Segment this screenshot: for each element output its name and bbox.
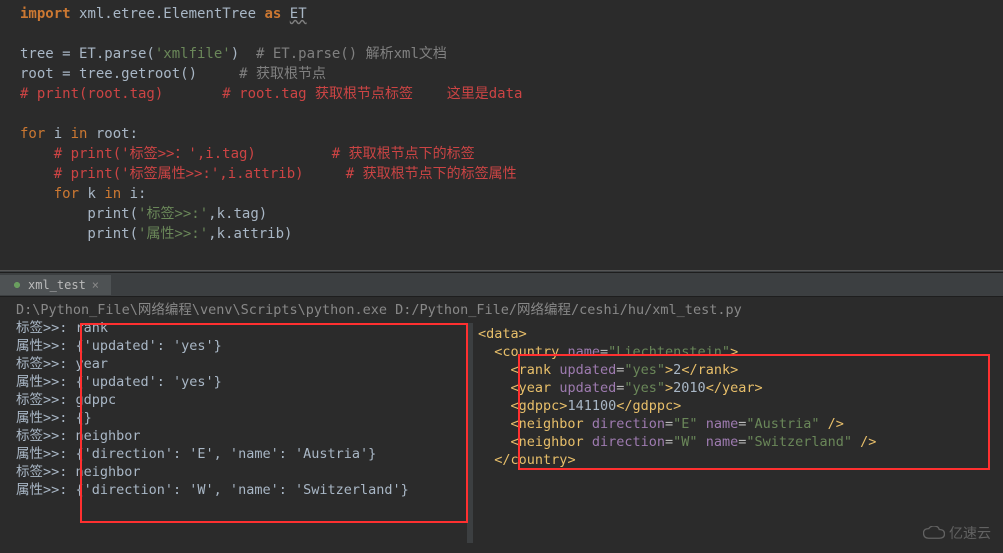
alias: ET (290, 6, 307, 22)
code-text: root: (87, 126, 138, 142)
tab-label: xml_test (28, 278, 86, 292)
code-text: tree = ET.parse( (20, 46, 155, 62)
xml-tag: data (486, 326, 519, 342)
keyword-in: in (104, 186, 121, 202)
string-literal: '标签>>:' (138, 206, 208, 222)
string-literal: 'xmlfile' (155, 46, 231, 62)
code-line[interactable]: print('属性>>:',k.attrib) (20, 224, 995, 244)
string-literal: '属性>>:' (138, 226, 208, 242)
keyword-import: import (20, 6, 71, 22)
code-line[interactable]: tree = ET.parse('xmlfile') # ET.parse() … (20, 44, 995, 64)
code-text: k (79, 186, 104, 202)
code-line[interactable]: # print('标签>>：',i.tag) # 获取根节点下的标签 (20, 144, 995, 164)
xml-attr-value: W (681, 434, 689, 450)
code-line[interactable] (20, 104, 995, 124)
code-text: print( (20, 206, 138, 222)
comment: # ET.parse() 解析xml文档 (256, 46, 447, 62)
xml-text: 141100 (567, 398, 616, 414)
console-output[interactable]: D:\Python_File\网络编程\venv\Scripts\python.… (0, 297, 1003, 553)
comment: # print('标签属性>>:',i.attrib) # 获取根节点下的标签属… (20, 166, 517, 182)
module-name: xml.etree.ElementTree (79, 6, 256, 22)
comment: # 获取根节点 (239, 66, 326, 82)
close-icon[interactable]: × (92, 278, 99, 292)
watermark-text: 亿速云 (949, 523, 991, 543)
code-line[interactable]: for i in root: (20, 124, 995, 144)
code-line[interactable]: # print('标签属性>>:',i.attrib) # 获取根节点下的标签属… (20, 164, 995, 184)
watermark: 亿速云 (923, 523, 991, 543)
python-file-icon (12, 280, 22, 290)
run-path: D:\Python_File\网络编程\venv\Scripts\python.… (16, 301, 995, 319)
code-text: root = tree.getroot() (20, 66, 239, 82)
xml-preview: <data> <country name="Liechtenstein"> <r… (478, 325, 876, 469)
code-text: ,k.attrib) (208, 226, 292, 242)
cloud-icon (923, 526, 945, 540)
comment: # print('标签>>：',i.tag) # 获取根节点下的标签 (20, 146, 475, 162)
code-text: ) (231, 46, 256, 62)
keyword-as: as (264, 6, 281, 22)
xml-attr-value: E (681, 416, 689, 432)
code-editor[interactable]: import xml.etree.ElementTree as ET tree … (0, 0, 1003, 270)
vertical-split-gutter[interactable] (467, 323, 473, 543)
code-text: print( (20, 226, 138, 242)
code-line[interactable]: print('标签>>:',k.tag) (20, 204, 995, 224)
output-line: 属性>>: {'direction': 'W', 'name': 'Switze… (16, 481, 995, 499)
code-text: i: (121, 186, 146, 202)
code-line[interactable]: # print(root.tag) # root.tag 获取根节点标签 这里是… (20, 84, 995, 104)
keyword-for: for (20, 126, 45, 142)
console-tab[interactable]: xml_test × (0, 275, 111, 295)
comment: # print(root.tag) # root.tag 获取根节点标签 这里是… (20, 86, 522, 102)
code-line[interactable]: root = tree.getroot() # 获取根节点 (20, 64, 995, 84)
code-line[interactable]: for k in i: (20, 184, 995, 204)
xml-attr-value: Liechtenstein (616, 344, 722, 360)
code-text: ,k.tag) (208, 206, 267, 222)
keyword-for: for (20, 186, 79, 202)
xml-attr-value: yes (633, 380, 657, 396)
console-tab-bar: xml_test × (0, 273, 1003, 297)
code-text: i (45, 126, 70, 142)
xml-text: 2010 (673, 380, 706, 396)
xml-attr-value: Switzerland (754, 434, 843, 450)
keyword-in: in (71, 126, 88, 142)
xml-attr-value: Austria (754, 416, 811, 432)
code-line[interactable] (20, 24, 995, 44)
code-line[interactable]: import xml.etree.ElementTree as ET (20, 4, 995, 24)
xml-attr-value: yes (633, 362, 657, 378)
